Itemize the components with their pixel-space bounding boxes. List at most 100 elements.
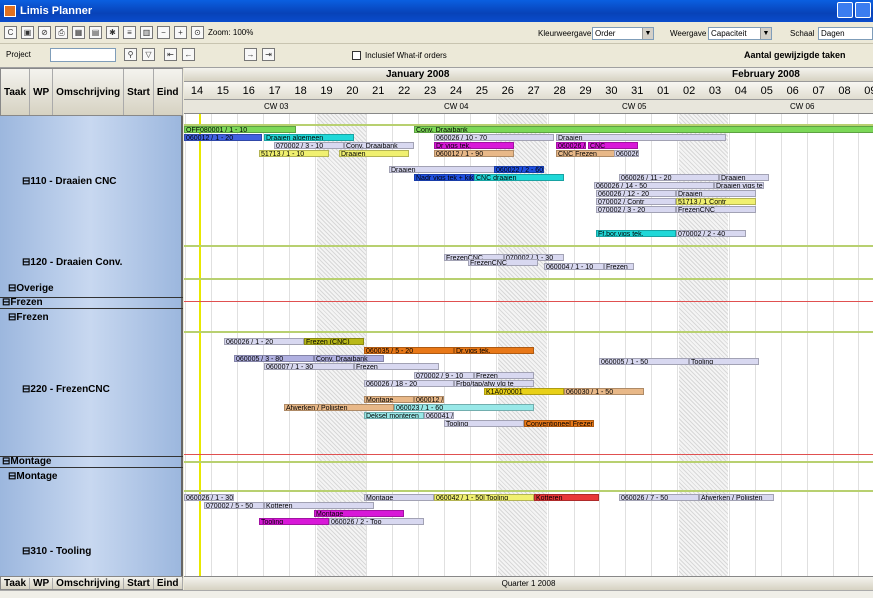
task-bar[interactable]: 060042 / 1 - 50 xyxy=(434,494,484,501)
tree-icon[interactable]: ≡ xyxy=(123,26,136,39)
task-bar[interactable]: 070002 / 2 - 40 xyxy=(676,230,746,237)
task-bar[interactable]: 51713 / 1 - 10 xyxy=(259,150,329,157)
task-bar[interactable]: Kotteren xyxy=(264,502,374,509)
refresh-icon[interactable]: C xyxy=(4,26,17,39)
prev-icon[interactable]: ← xyxy=(182,48,195,61)
task-bar[interactable]: Draaien xyxy=(676,190,756,197)
task-bar[interactable]: Conventioneel Frezen xyxy=(524,420,594,427)
row-label-overige[interactable]: ⊟Overige xyxy=(8,283,54,294)
task-bar[interactable]: Afwerken / Polijsten xyxy=(284,404,394,411)
save-icon[interactable]: ▣ xyxy=(21,26,34,39)
task-bar[interactable]: 060041 / 2 - 60 xyxy=(424,412,454,419)
zoom-reset-icon[interactable]: ⊙ xyxy=(191,26,204,39)
task-bar[interactable]: Montage xyxy=(314,510,404,517)
task-bar[interactable]: Conv. Draaibank xyxy=(344,142,414,149)
task-bar[interactable]: Frezen xyxy=(604,263,634,270)
maximize-button[interactable] xyxy=(855,2,871,18)
task-bar[interactable]: 060022 / 2 - 60 xyxy=(494,166,544,173)
row-label-110[interactable]: ⊟110 - Draaien CNC xyxy=(22,176,117,187)
row-label-montage-group[interactable]: ⊟Montage xyxy=(0,456,183,468)
zoom-out-icon[interactable]: − xyxy=(157,26,170,39)
chart-icon[interactable]: ▤ xyxy=(89,26,102,39)
col-wp[interactable]: WP xyxy=(30,69,54,115)
task-bar[interactable]: Dr.vigs tek. xyxy=(454,347,534,354)
row-label-310[interactable]: ⊟310 - Tooling xyxy=(22,546,91,557)
task-bar[interactable]: 070002 / 3 - 20 xyxy=(596,206,676,213)
filter-icon[interactable]: ▽ xyxy=(142,48,155,61)
print-icon[interactable]: ⎙ xyxy=(55,26,68,39)
col-taak[interactable]: Taak xyxy=(1,69,31,115)
task-bar[interactable]: 060012 / 1 - 90 xyxy=(434,150,514,157)
task-bar[interactable]: 060023 / 1 - 60 xyxy=(394,404,534,411)
row-label-frezen[interactable]: ⊟Frezen xyxy=(8,312,49,323)
task-bar[interactable]: 060026 / 10 - 70 xyxy=(434,134,554,141)
task-bar[interactable]: 060026 / 18 - 20 xyxy=(364,380,454,387)
row-label-montage[interactable]: ⊟Montage xyxy=(8,471,58,482)
next-icon[interactable]: → xyxy=(244,48,257,61)
project-input[interactable] xyxy=(50,48,116,62)
task-bar[interactable]: Tooling xyxy=(689,358,759,365)
task-bar[interactable]: Draaien vigs tek. xyxy=(714,182,764,189)
whatif-checkbox[interactable] xyxy=(352,51,361,60)
task-bar[interactable]: 060026 / 7 - 50 xyxy=(619,494,699,501)
task-bar[interactable]: Draaien xyxy=(556,134,726,141)
task-bar[interactable]: 060007 / 1 - 30 xyxy=(264,363,354,370)
horizontal-scrollbar[interactable] xyxy=(0,590,873,598)
task-bar[interactable]: Nadr vigs tek + kik xyxy=(414,174,474,181)
task-bar[interactable]: 070002 / 5 - 50 xyxy=(204,502,264,509)
task-bar[interactable]: OFF080001 / 1 - 10 xyxy=(184,126,296,133)
task-bar[interactable]: Montage xyxy=(364,494,434,501)
col-omschrijving[interactable]: Omschrijving xyxy=(53,69,125,115)
task-bar[interactable]: Montage xyxy=(364,396,414,403)
cancel-icon[interactable]: ⊘ xyxy=(38,26,51,39)
task-bar[interactable]: Conv. Draaibank xyxy=(314,355,384,362)
minimize-button[interactable] xyxy=(837,2,853,18)
task-bar[interactable]: 060026 / 2 - Too xyxy=(329,518,424,525)
col-start[interactable]: Start xyxy=(124,69,154,115)
task-bar[interactable]: Frezen xyxy=(354,363,439,370)
task-bar[interactable]: Frbo/tap/afw vlg te xyxy=(454,380,534,387)
task-bar[interactable]: 060026 / 14 - 50 xyxy=(594,182,714,189)
task-bar[interactable]: 060012 / 1 - 20 xyxy=(184,134,262,141)
task-bar[interactable]: K1A070001 xyxy=(484,388,564,395)
binoculars-icon[interactable]: ⚲ xyxy=(124,48,137,61)
weergave-select[interactable]: Capaciteit ▼ xyxy=(708,27,772,40)
grid-icon[interactable]: ▦ xyxy=(72,26,85,39)
task-bar[interactable]: Tooling xyxy=(484,494,534,501)
task-bar[interactable]: Draaien xyxy=(389,166,499,173)
first-icon[interactable]: ⇤ xyxy=(164,48,177,61)
col-eind[interactable]: Eind xyxy=(154,69,183,115)
task-bar[interactable]: Frezen xyxy=(474,372,534,379)
task-bar[interactable]: 060005 / 3 - 80 xyxy=(234,355,314,362)
settings-icon[interactable]: ✱ xyxy=(106,26,119,39)
task-bar[interactable]: 060026 / 13 - 60 xyxy=(614,150,639,157)
kleurweergave-select[interactable]: Order ▼ xyxy=(592,27,654,40)
task-bar[interactable]: Tooling xyxy=(259,518,329,525)
task-bar[interactable]: CNC draaien xyxy=(474,174,564,181)
task-bar[interactable]: 060005 / 1 - 50 xyxy=(599,358,689,365)
task-bar[interactable]: 070002 / 9 - 10 xyxy=(414,372,474,379)
task-bar[interactable]: Conv. Draaibank xyxy=(414,126,873,133)
task-bar[interactable]: CNC Frezen xyxy=(556,150,616,157)
gantt-chart[interactable]: January 2008 February 2008 14 15 16 17 18 19 2… xyxy=(184,68,873,576)
task-bar[interactable]: 060026 / 12 - 20 xyxy=(596,190,676,197)
task-bar[interactable]: Dr vigs tek. xyxy=(434,142,514,149)
row-label-220[interactable]: ⊟220 - FrezenCNC xyxy=(22,384,110,395)
task-bar[interactable]: Kotteren xyxy=(534,494,599,501)
task-bar[interactable]: CNC xyxy=(588,142,638,149)
task-bar[interactable]: Draaien xyxy=(339,150,409,157)
task-bar[interactable]: FrezenCNC xyxy=(468,259,538,266)
task-bar[interactable]: 51713 / 1 Contr xyxy=(676,198,756,205)
task-bar[interactable]: 060026 / 4 - 60 xyxy=(556,142,586,149)
task-bar[interactable]: 060030 / 1 - 50 xyxy=(564,388,644,395)
task-bar[interactable]: Afwerken / Polijsten xyxy=(699,494,774,501)
task-bar[interactable]: Draaien algemeen xyxy=(264,134,354,141)
table-icon[interactable]: ▥ xyxy=(140,26,153,39)
task-bar[interactable]: 060026 / 11 - 20 xyxy=(619,174,719,181)
schaal-select[interactable]: Dagen xyxy=(818,27,873,40)
task-bar[interactable]: FrezenCNC xyxy=(676,206,756,213)
task-bar[interactable]: Draaien xyxy=(719,174,769,181)
row-label-120[interactable]: ⊟120 - Draaien Conv. xyxy=(22,257,122,268)
task-bar[interactable]: Deksel monteren xyxy=(364,412,424,419)
task-bar[interactable]: 060012 / 5 - 80 xyxy=(414,396,444,403)
